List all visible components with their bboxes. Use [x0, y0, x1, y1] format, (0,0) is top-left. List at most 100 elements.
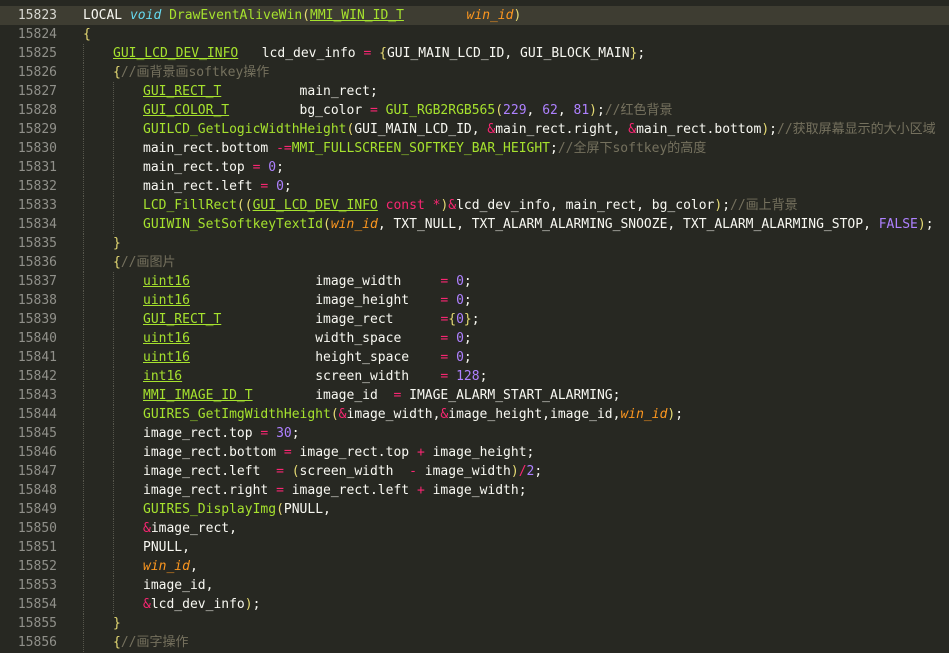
- indent-guide: [83, 139, 84, 158]
- code-text: uint16 image_width = 0;: [143, 272, 472, 291]
- code-line[interactable]: 15834 GUIWIN_SetSoftkeyTextId(win_id, TXT…: [0, 215, 949, 234]
- indent-guide: [83, 101, 84, 120]
- code-token: GUILCD_GetLogicWidthHeight: [143, 122, 347, 137]
- code-token: DrawEventAliveWin: [169, 8, 303, 23]
- code-token: uint16: [143, 293, 190, 308]
- code-token: 0: [456, 331, 464, 346]
- code-token: {: [113, 65, 121, 80]
- code-line[interactable]: 15852 win_id,: [0, 557, 949, 576]
- code-token: PNULL,: [283, 502, 331, 517]
- code-line[interactable]: 15825 GUI_LCD_DEV_INFO lcd_dev_info = {GU…: [0, 44, 949, 63]
- code-text: image_rect.bottom = image_rect.top + ima…: [143, 443, 534, 462]
- indent-guide: [83, 234, 84, 253]
- code-line[interactable]: 15854 &lcd_dev_info);: [0, 595, 949, 614]
- indent-guide: [113, 310, 114, 329]
- code-token: GUIWIN_SetSoftkeyTextId: [143, 217, 324, 232]
- code-token: ;: [252, 597, 261, 612]
- code-token: ;: [463, 331, 472, 346]
- code-line[interactable]: 15836 {//画图片: [0, 253, 949, 272]
- code-line[interactable]: 15827 GUI_RECT_T main_rect;: [0, 82, 949, 101]
- code-line[interactable]: 15840 uint16 width_space = 0;: [0, 329, 949, 348]
- code-token: IMAGE_ALARM_START_ALARMING;: [409, 388, 621, 403]
- code-line[interactable]: 15846 image_rect.bottom = image_rect.top …: [0, 443, 949, 462]
- code-token: ;: [276, 160, 284, 175]
- code-token: (: [330, 407, 339, 422]
- code-line[interactable]: 15837 uint16 image_width = 0;: [0, 272, 949, 291]
- indent-guide: [83, 348, 84, 367]
- code-token: main_rect.bottom: [636, 122, 762, 137]
- code-text: }: [113, 614, 121, 633]
- code-token: width_space: [189, 331, 441, 346]
- indent-guide: [83, 196, 84, 215]
- code-token: screen_width: [299, 464, 410, 479]
- indent-guide: [113, 329, 114, 348]
- code-line[interactable]: 15853 image_id,: [0, 576, 949, 595]
- line-number: 15832: [17, 179, 57, 194]
- code-line[interactable]: 15828 GUI_COLOR_T bg_color = GUI_RGB2RGB5…: [0, 101, 949, 120]
- code-line[interactable]: 15826 {//画背景画softkey操作: [0, 63, 949, 82]
- code-token: ;: [675, 407, 684, 422]
- code-line[interactable]: 15835}: [0, 234, 949, 253]
- code-text: &lcd_dev_info);: [143, 595, 260, 614]
- code-line[interactable]: 15830 main_rect.bottom -=MMI_FULLSCREEN_S…: [0, 139, 949, 158]
- code-line[interactable]: 15824 {: [0, 25, 949, 44]
- code-token: ): [761, 122, 770, 137]
- code-line[interactable]: 15851 PNULL,: [0, 538, 949, 557]
- code-token: {: [83, 27, 91, 42]
- code-line[interactable]: 15831 main_rect.top = 0;: [0, 158, 949, 177]
- indent-guide: [83, 215, 84, 234]
- code-line[interactable]: 15856 {//画字操作: [0, 633, 949, 652]
- line-number: 15855: [17, 616, 57, 631]
- code-line[interactable]: 15842 int16 screen_width = 128;: [0, 367, 949, 386]
- code-line[interactable]: 15849 GUIRES_DisplayImg(PNULL,: [0, 500, 949, 519]
- line-number: 15850: [17, 521, 57, 536]
- code-line[interactable]: 15848 image_rect.right = image_rect.left …: [0, 481, 949, 500]
- code-text: uint16 width_space = 0;: [143, 329, 472, 348]
- indent-guide: [113, 595, 114, 614]
- code-token: ,: [526, 103, 543, 118]
- line-number: 15831: [17, 160, 57, 175]
- code-token: image_rect.left: [143, 464, 277, 479]
- indent-guide: [83, 614, 84, 633]
- line-number: 15838: [17, 293, 57, 308]
- code-token: (: [291, 464, 300, 479]
- code-line[interactable]: 15845 image_rect.top = 30;: [0, 424, 949, 443]
- code-line[interactable]: 15829 GUILCD_GetLogicWidthHeight(GUI_MAIN…: [0, 120, 949, 139]
- code-line[interactable]: 15850 &image_rect,: [0, 519, 949, 538]
- code-token: GUIRES_GetImgWidthHeight: [143, 407, 331, 422]
- code-token: ;: [596, 103, 605, 118]
- code-text: {: [83, 25, 91, 44]
- code-token: lcd_dev_info: [150, 597, 245, 612]
- code-line[interactable]: 15843 MMI_IMAGE_ID_T image_id = IMAGE_ALA…: [0, 386, 949, 405]
- indent-guide: [83, 329, 84, 348]
- code-token: image_height: [189, 293, 441, 308]
- indent-guide: [113, 443, 114, 462]
- code-text: image_rect.right = image_rect.left + ima…: [143, 481, 527, 500]
- code-text: GUIRES_DisplayImg(PNULL,: [143, 500, 331, 519]
- code-editor[interactable]: 15823 LOCAL void DrawEventAliveWin(MMI_WI…: [0, 0, 949, 653]
- code-line[interactable]: 15844 GUIRES_GetImgWidthHeight(&image_wid…: [0, 405, 949, 424]
- indent-guide: [113, 367, 114, 386]
- code-token: height_space: [189, 350, 441, 365]
- code-line[interactable]: 15833 LCD_FillRect((GUI_LCD_DEV_INFO cons…: [0, 196, 949, 215]
- line-number: 15836: [17, 255, 57, 270]
- code-line[interactable]: 15823 LOCAL void DrawEventAliveWin(MMI_WI…: [0, 6, 949, 25]
- code-token: ;: [637, 46, 646, 61]
- code-line[interactable]: 15841 uint16 height_space = 0;: [0, 348, 949, 367]
- code-line[interactable]: 15855}: [0, 614, 949, 633]
- indent-guide: [83, 44, 84, 63]
- line-number: 15842: [17, 369, 57, 384]
- indent-guide: [83, 120, 84, 139]
- code-line[interactable]: 15839 GUI_RECT_T image_rect ={0};: [0, 310, 949, 329]
- code-token: 0: [456, 350, 464, 365]
- code-line[interactable]: 15847 image_rect.left = (screen_width - i…: [0, 462, 949, 481]
- code-token: /: [518, 464, 527, 479]
- code-token: win_id: [143, 559, 190, 574]
- indent-guide: [113, 348, 114, 367]
- indent-guide: [113, 405, 114, 424]
- code-token: ;: [550, 141, 558, 156]
- code-line[interactable]: 15832 main_rect.left = 0;: [0, 177, 949, 196]
- code-text: image_rect.top = 30;: [143, 424, 300, 443]
- code-token: ): [589, 103, 597, 118]
- code-line[interactable]: 15838 uint16 image_height = 0;: [0, 291, 949, 310]
